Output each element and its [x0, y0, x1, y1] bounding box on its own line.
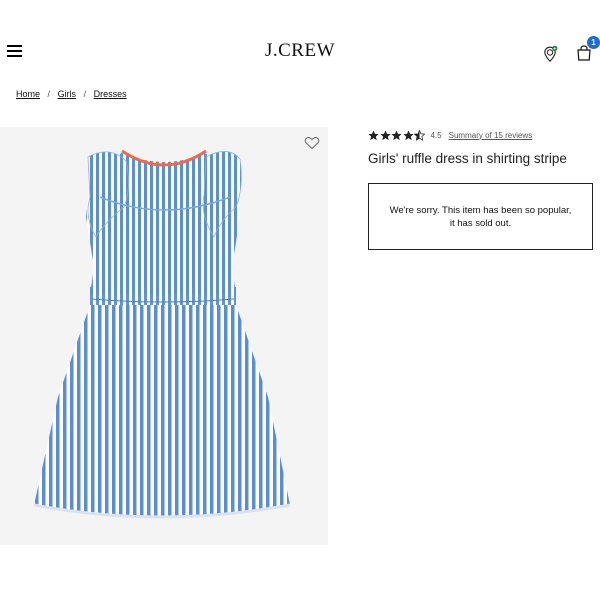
- product-rating: 4.5 Summary of 15 reviews: [368, 129, 532, 141]
- site-header: J.CREW 1: [0, 0, 600, 80]
- star-icon: [368, 129, 379, 140]
- star-icon: [391, 129, 402, 140]
- rating-value: 4.5: [430, 130, 442, 140]
- half-star-icon: [414, 129, 425, 141]
- breadcrumb: Home / Girls / Dresses: [16, 89, 127, 99]
- product-image[interactable]: [0, 127, 328, 545]
- sold-out-message: We're sorry. This item has been so popul…: [389, 204, 572, 229]
- breadcrumb-dresses[interactable]: Dresses: [94, 89, 127, 99]
- heart-icon[interactable]: [304, 136, 320, 150]
- star-icon: [402, 129, 414, 140]
- rating-stars: [368, 129, 426, 141]
- product-title: Girls' ruffle dress in shirting stripe: [368, 151, 567, 166]
- breadcrumb-girls[interactable]: Girls: [58, 89, 77, 99]
- location-pin-icon[interactable]: [541, 45, 559, 63]
- breadcrumb-separator: /: [83, 89, 87, 99]
- sold-out-notice: We're sorry. This item has been so popul…: [368, 183, 593, 250]
- breadcrumb-separator: /: [47, 89, 51, 99]
- bag-count-badge: 1: [587, 36, 600, 49]
- star-icon: [379, 129, 391, 140]
- reviews-summary-link[interactable]: Summary of 15 reviews: [449, 131, 533, 140]
- brand-logo[interactable]: J.CREW: [0, 40, 600, 62]
- breadcrumb-home[interactable]: Home: [16, 89, 40, 99]
- striped-dress-image: [33, 149, 291, 519]
